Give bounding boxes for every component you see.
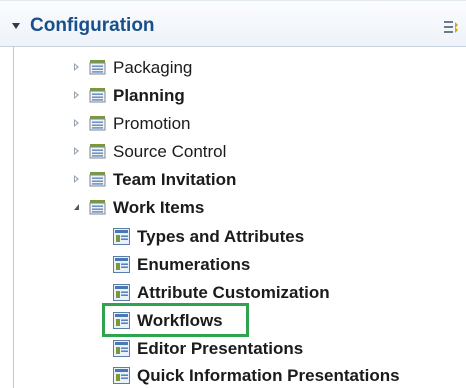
tree-child-label: Attribute Customization <box>137 283 330 302</box>
tree-child-editor-presentations[interactable]: Editor Presentations <box>113 337 453 361</box>
expanded-triangle-icon[interactable] <box>74 204 79 210</box>
tree-child-attribute-customization[interactable]: Attribute Customization <box>113 281 453 305</box>
tree-child-label: Types and Attributes <box>137 227 305 246</box>
tree-item-label: Planning <box>113 86 185 105</box>
tree-child-label: Editor Presentations <box>137 339 304 358</box>
config-page-icon <box>113 340 130 357</box>
config-folder-icon <box>89 116 106 131</box>
tree-item-label: Source Control <box>113 142 227 161</box>
config-page-icon <box>113 228 130 245</box>
tree-item-label: Promotion <box>113 114 191 133</box>
collapsed-triangle-icon[interactable] <box>74 91 79 99</box>
config-folder-icon <box>89 172 106 187</box>
tree-item-label: Work Items <box>113 198 205 217</box>
tree-item-team-invitation[interactable]: Team Invitation <box>74 168 374 192</box>
tree-item-work-items[interactable]: Work Items <box>74 196 374 220</box>
config-page-icon <box>113 367 130 384</box>
tree-child-label: Quick Information Presentations <box>137 366 400 385</box>
collapse-all-icon[interactable] <box>443 19 459 35</box>
config-folder-icon <box>89 88 106 103</box>
section-header[interactable]: Configuration <box>0 0 466 47</box>
expanded-triangle-icon[interactable] <box>12 23 20 29</box>
tree-child-enumerations[interactable]: Enumerations <box>113 253 453 277</box>
tree-child-label: Enumerations <box>137 255 251 274</box>
tree-item-packaging[interactable]: Packaging <box>74 56 374 80</box>
workflows-highlight-box <box>102 303 249 337</box>
config-folder-icon <box>89 144 106 159</box>
config-page-icon <box>113 256 130 273</box>
tree-item-label: Packaging <box>113 58 193 77</box>
collapsed-triangle-icon[interactable] <box>74 63 79 71</box>
tree-item-promotion[interactable]: Promotion <box>74 112 374 136</box>
collapsed-triangle-icon[interactable] <box>74 147 79 155</box>
tree-child-types-and-attributes[interactable]: Types and Attributes <box>113 225 453 249</box>
tree-item-label: Team Invitation <box>113 170 237 189</box>
config-page-icon <box>113 284 130 301</box>
section-title[interactable]: Configuration <box>30 14 155 38</box>
tree-item-source-control[interactable]: Source Control <box>74 140 374 164</box>
collapsed-triangle-icon[interactable] <box>74 175 79 183</box>
panel-left-border <box>13 46 14 388</box>
header-top-edge <box>0 0 466 1</box>
config-folder-icon <box>89 200 106 215</box>
config-folder-icon <box>89 60 106 75</box>
tree-child-quick-information-presentations[interactable]: Quick Information Presentations <box>113 364 458 388</box>
collapsed-triangle-icon[interactable] <box>74 119 79 127</box>
tree-item-planning[interactable]: Planning <box>74 84 374 108</box>
